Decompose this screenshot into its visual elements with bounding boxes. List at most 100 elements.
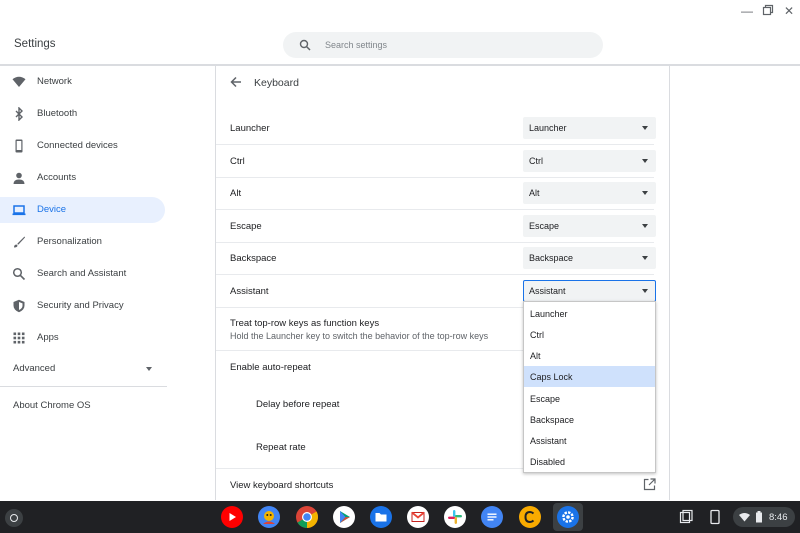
docs-icon[interactable] bbox=[481, 506, 503, 528]
assistant-dropdown-menu: Launcher Ctrl Alt Caps Lock Escape Backs… bbox=[523, 301, 656, 473]
settings-app-button[interactable] bbox=[553, 503, 583, 531]
gmail-icon[interactable] bbox=[407, 506, 429, 528]
auto-repeat-label: Enable auto-repeat bbox=[230, 362, 311, 373]
bluetooth-icon bbox=[15, 107, 23, 121]
sidebar-item-label: Bluetooth bbox=[37, 108, 78, 119]
dropdown-arrow-icon bbox=[642, 191, 648, 195]
dropdown-arrow-icon bbox=[642, 224, 648, 228]
youtube-icon[interactable] bbox=[221, 506, 243, 528]
sidebar-item-label: Security and Privacy bbox=[37, 300, 124, 311]
dropdown-arrow-icon bbox=[642, 289, 648, 293]
sidebar-item-accounts[interactable]: Accounts bbox=[0, 165, 165, 191]
wifi-icon bbox=[12, 76, 26, 87]
dropdown-option-launcher[interactable]: Launcher bbox=[524, 303, 655, 324]
laptop-icon bbox=[12, 205, 26, 216]
sidebar-item-apps[interactable]: Apps bbox=[0, 325, 165, 351]
external-link-icon[interactable] bbox=[643, 478, 656, 491]
clipboard-icon[interactable] bbox=[678, 509, 694, 525]
select-value: Launcher bbox=[529, 123, 567, 133]
dropdown-option-escape[interactable]: Escape bbox=[524, 388, 655, 409]
select-value: Escape bbox=[529, 221, 560, 231]
sidebar-advanced-toggle[interactable]: Advanced bbox=[0, 356, 165, 382]
sidebar-item-label: Apps bbox=[37, 332, 59, 343]
restore-button[interactable] bbox=[761, 4, 775, 18]
close-button[interactable]: ✕ bbox=[782, 4, 796, 18]
advanced-label: Advanced bbox=[13, 363, 56, 374]
select-value: Backspace bbox=[529, 253, 574, 263]
option-label: Escape bbox=[530, 394, 561, 404]
chevron-down-icon bbox=[146, 367, 152, 371]
delay-label: Delay before repeat bbox=[256, 399, 340, 410]
sidebar-item-security-privacy[interactable]: Security and Privacy bbox=[0, 293, 165, 319]
wifi-status-icon bbox=[739, 513, 750, 522]
sidebar-item-label: Connected devices bbox=[37, 140, 118, 151]
chrome-icon[interactable] bbox=[296, 506, 318, 528]
dropdown-option-assistant[interactable]: Assistant bbox=[524, 430, 655, 451]
sidebar-item-network[interactable]: Network bbox=[0, 69, 165, 95]
ctrl-select[interactable]: Ctrl bbox=[523, 150, 656, 172]
option-label: Ctrl bbox=[530, 330, 544, 340]
keyboard-shortcuts-link[interactable]: View keyboard shortcuts bbox=[230, 480, 333, 491]
slack-icon[interactable] bbox=[444, 506, 466, 528]
row-divider bbox=[216, 274, 654, 275]
sidebar-item-device[interactable]: Device bbox=[0, 197, 165, 223]
dropdown-option-backspace[interactable]: Backspace bbox=[524, 409, 655, 430]
row-divider bbox=[216, 242, 654, 243]
option-label: Backspace bbox=[530, 415, 575, 425]
minimize-button[interactable]: — bbox=[740, 4, 754, 18]
brush-icon bbox=[14, 236, 25, 248]
row-label-escape: Escape bbox=[230, 221, 262, 232]
files-icon[interactable] bbox=[370, 506, 392, 528]
dropdown-option-ctrl[interactable]: Ctrl bbox=[524, 324, 655, 345]
launcher-select[interactable]: Launcher bbox=[523, 117, 656, 139]
repeat-rate-label: Repeat rate bbox=[256, 442, 306, 453]
row-label-ctrl: Ctrl bbox=[230, 156, 245, 167]
shield-icon bbox=[13, 299, 25, 313]
back-arrow-icon[interactable] bbox=[229, 75, 243, 89]
function-keys-sublabel: Hold the Launcher key to switch the beha… bbox=[230, 331, 489, 341]
restore-icon bbox=[762, 4, 774, 16]
sidebar-item-label: Network bbox=[37, 76, 72, 87]
sidebar-item-label: Accounts bbox=[37, 172, 77, 183]
play-store-icon[interactable] bbox=[333, 506, 355, 528]
person-icon bbox=[13, 172, 25, 184]
photo-app-icon[interactable] bbox=[258, 506, 280, 528]
select-value: Alt bbox=[529, 188, 540, 198]
battery-icon bbox=[756, 511, 762, 523]
apps-grid-icon bbox=[13, 332, 25, 344]
assistant-select[interactable]: Assistant bbox=[523, 280, 656, 302]
settings-gear-icon bbox=[557, 506, 579, 528]
row-divider bbox=[216, 144, 654, 145]
phone-icon bbox=[15, 139, 23, 153]
sidebar-item-search-assistant[interactable]: Search and Assistant bbox=[0, 261, 165, 287]
function-keys-label: Treat top-row keys as function keys bbox=[230, 318, 380, 329]
search-icon bbox=[12, 267, 26, 281]
dropdown-option-disabled[interactable]: Disabled bbox=[524, 451, 655, 472]
status-tray[interactable]: 8:46 bbox=[733, 507, 795, 527]
row-label-alt: Alt bbox=[230, 188, 242, 199]
app-title: Settings bbox=[14, 38, 56, 50]
sidebar-item-label: Device bbox=[37, 204, 67, 215]
search-icon bbox=[299, 39, 311, 51]
sidebar-item-label: Personalization bbox=[37, 236, 102, 247]
option-label: Disabled bbox=[530, 457, 566, 467]
sidebar-item-connected-devices[interactable]: Connected devices bbox=[0, 133, 165, 159]
backspace-select[interactable]: Backspace bbox=[523, 247, 656, 269]
sidebar-item-personalization[interactable]: Personalization bbox=[0, 229, 165, 255]
tablet-mode-icon[interactable] bbox=[707, 509, 723, 525]
search-box[interactable] bbox=[283, 32, 603, 58]
search-input[interactable] bbox=[325, 36, 585, 54]
launcher-button[interactable] bbox=[5, 509, 23, 527]
coin-app-icon[interactable] bbox=[519, 506, 541, 528]
escape-select[interactable]: Escape bbox=[523, 215, 656, 237]
dropdown-option-caps-lock[interactable]: Caps Lock bbox=[524, 366, 655, 387]
row-label-assistant: Assistant bbox=[230, 286, 269, 297]
dropdown-option-alt[interactable]: Alt bbox=[524, 345, 655, 366]
row-divider bbox=[216, 209, 654, 210]
sidebar-divider bbox=[0, 386, 167, 387]
option-label: Assistant bbox=[530, 436, 567, 446]
alt-select[interactable]: Alt bbox=[523, 182, 656, 204]
sidebar-item-about[interactable]: About Chrome OS bbox=[13, 400, 91, 411]
page-title: Keyboard bbox=[254, 77, 299, 89]
sidebar-item-bluetooth[interactable]: Bluetooth bbox=[0, 101, 165, 127]
